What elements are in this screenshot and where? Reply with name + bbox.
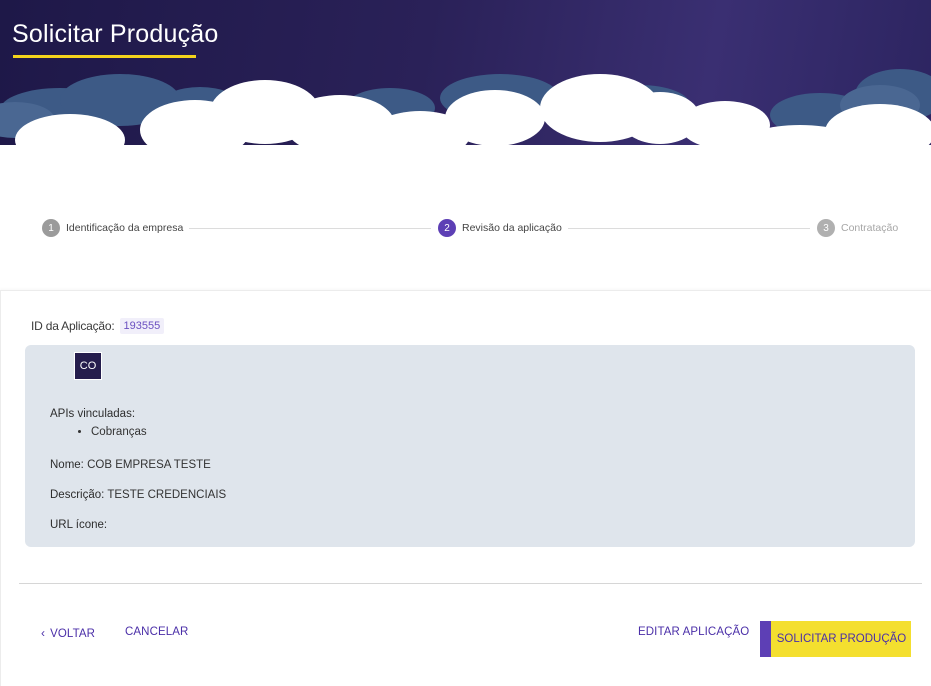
linked-apis-list: Cobranças (91, 426, 147, 438)
name-field: Nome: COB EMPRESA TESTE (50, 459, 211, 471)
icon-url-field: URL ícone: (50, 519, 107, 531)
step-application-review: 2 Revisão da aplicação (438, 219, 562, 237)
step-company-identification: 1 Identificação da empresa (42, 219, 183, 237)
step-number: 3 (817, 219, 835, 237)
back-button[interactable]: ‹ VOLTAR (41, 626, 95, 640)
stepper-connector (189, 228, 431, 229)
icon-url-label: URL ícone: (50, 519, 108, 531)
application-review-card: ID da Aplicação: 193555 CO APIs vinculad… (0, 290, 931, 686)
application-id-value: 193555 (119, 318, 165, 334)
application-info-box: CO APIs vinculadas: Cobranças Nome: COB … (25, 345, 915, 547)
step-label: Identificação da empresa (66, 222, 184, 234)
name-value: COB EMPRESA TESTE (87, 459, 211, 471)
page-title: Solicitar Produção (12, 20, 219, 48)
application-avatar: CO (74, 352, 102, 380)
step-number: 1 (42, 219, 60, 237)
back-button-label: VOLTAR (50, 628, 96, 640)
linked-apis-label: APIs vinculadas: (50, 408, 136, 420)
description-label: Descrição: (50, 489, 105, 501)
step-label: Contratação (841, 222, 899, 234)
stepper-connector (568, 228, 810, 229)
application-id-row: ID da Aplicação: 193555 (31, 318, 165, 334)
request-production-label: SOLICITAR PRODUÇÃO (776, 633, 907, 645)
chevron-left-icon: ‹ (41, 626, 46, 640)
application-id-label: ID da Aplicação: (31, 319, 115, 333)
section-divider (19, 583, 922, 584)
step-contracting: 3 Contratação (817, 219, 898, 237)
edit-application-button[interactable]: EDITAR APLICAÇÃO (638, 626, 749, 638)
linked-api-item: Cobranças (91, 426, 147, 438)
title-underline (13, 55, 196, 58)
description-value: TESTE CREDENCIAIS (107, 489, 227, 501)
name-label: Nome: (50, 459, 84, 471)
description-field: Descrição: TESTE CREDENCIAIS (50, 489, 226, 501)
step-label: Revisão da aplicação (462, 222, 562, 234)
button-accent-bar (760, 621, 771, 657)
cancel-button[interactable]: CANCELAR (125, 626, 188, 638)
progress-stepper: 1 Identificação da empresa 2 Revisão da … (0, 215, 931, 241)
header-banner: Solicitar Produção (0, 0, 931, 190)
request-production-button[interactable]: SOLICITAR PRODUÇÃO (760, 621, 911, 657)
step-number: 2 (438, 219, 456, 237)
